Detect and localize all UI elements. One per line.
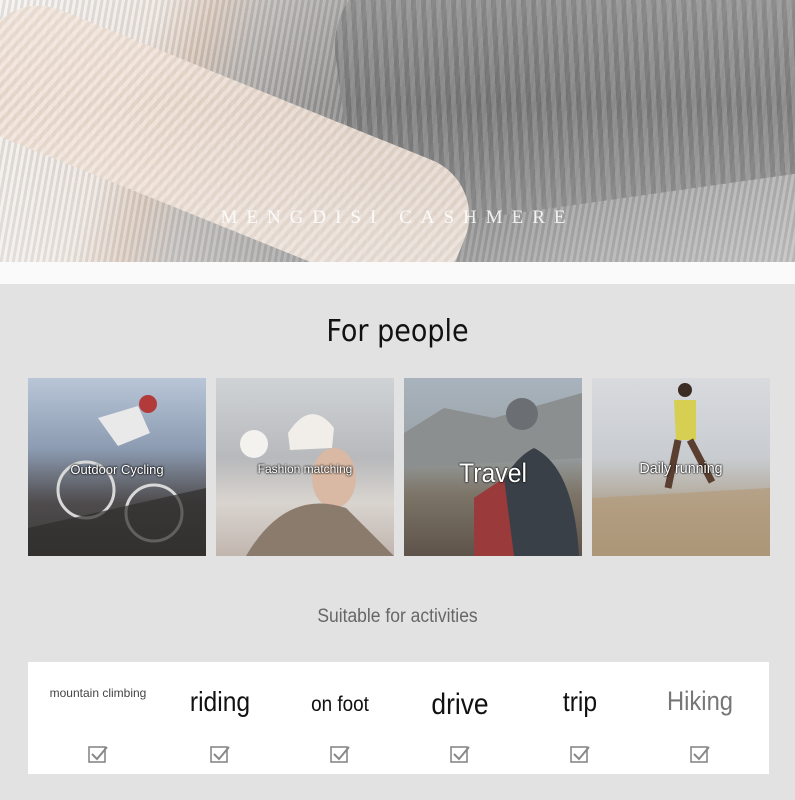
card-daily-running: Daily running [592,378,770,556]
hero-banner: MENGDISI CASHMERE [0,0,795,262]
activity-on-foot: on foot [280,680,400,763]
activity-label: trip [562,686,598,717]
people-gallery: Outdoor Cycling Fashion matching Travel … [28,378,770,556]
checkbox-checked-icon [210,746,230,763]
activity-hiking: Hiking [640,680,760,763]
checkbox-checked-icon [88,746,108,763]
activity-riding: riding [160,680,280,763]
card-label: Daily running [639,460,723,477]
card-label: Outdoor Cycling [70,462,164,477]
activity-label: on foot [311,693,369,716]
card-travel: Travel [404,378,582,556]
activity-label: drive [431,688,489,721]
activities-panel: mountain climbing riding on foot drive t… [28,662,769,774]
checkbox-checked-icon [330,746,350,763]
activity-label: mountain climbing [49,686,147,700]
section-title: For people [326,314,469,349]
checkbox-checked-icon [570,746,590,763]
activities-subtitle: Suitable for activities [317,606,478,627]
card-outdoor-cycling: Outdoor Cycling [28,378,206,556]
card-label: Travel [458,458,528,488]
card-label: Fashion matching [257,462,353,476]
activity-mountain-climbing: mountain climbing [38,680,158,763]
checkbox-checked-icon [690,746,710,763]
brand-name: MENGDISI CASHMERE [220,207,575,228]
checkbox-checked-icon [450,746,470,763]
card-fashion-matching: Fashion matching [216,378,394,556]
activity-drive: drive [400,680,520,763]
activity-label: Hiking [666,686,734,716]
activity-trip: trip [520,680,640,763]
activity-label: riding [189,686,251,717]
